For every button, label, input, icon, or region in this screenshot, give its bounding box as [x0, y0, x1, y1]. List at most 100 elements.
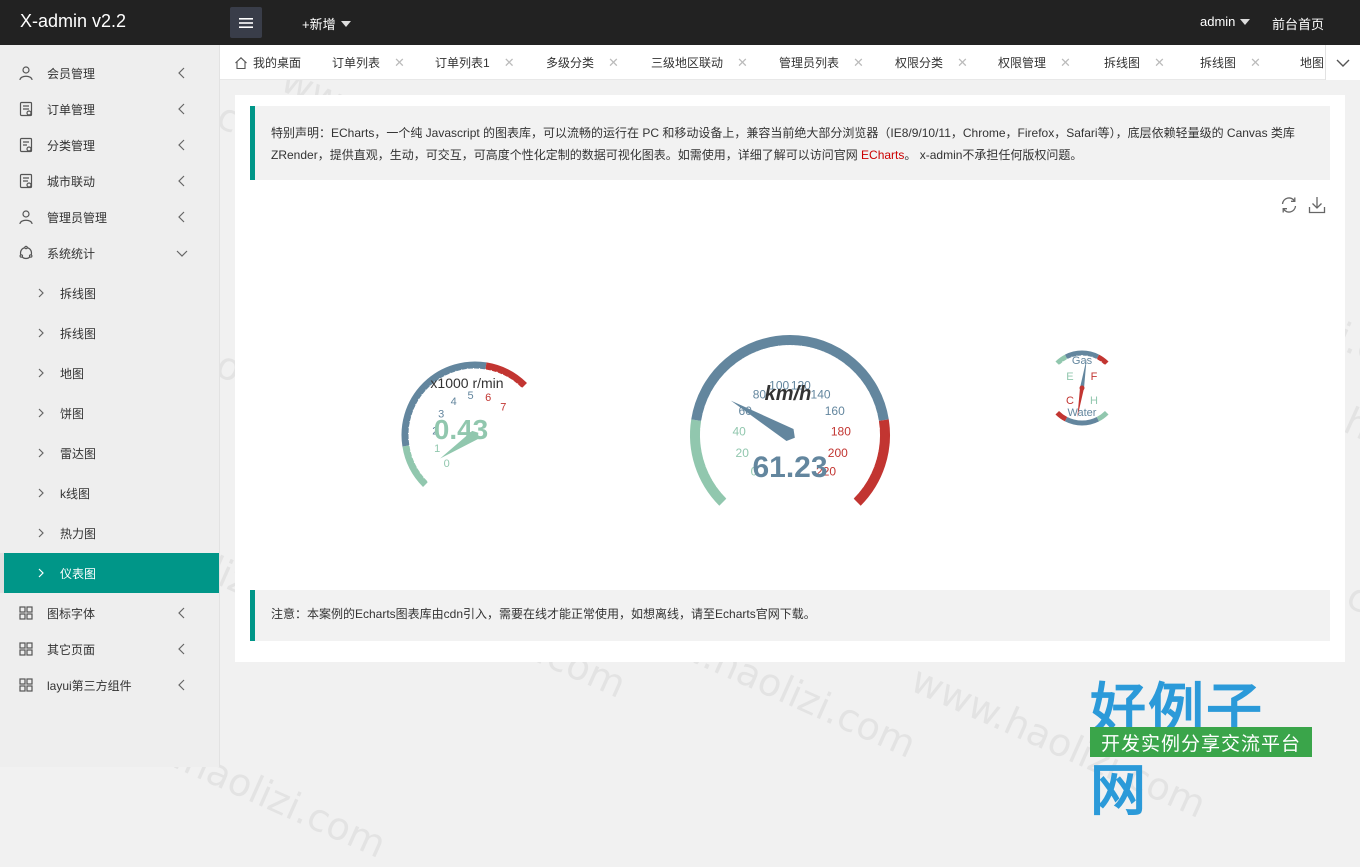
gauge-tick [756, 352, 759, 358]
tab-label: 多级分类 [546, 54, 594, 71]
sidebar-subitem-label: 拆线图 [60, 325, 96, 342]
app-logo: X-admin v2.2 [20, 11, 126, 32]
sidebar-item[interactable]: layui第三方组件 [0, 667, 219, 703]
tab-item[interactable]: 地图 [1300, 45, 1324, 80]
gauge-tick [869, 406, 876, 408]
sidebar-subitem[interactable]: k线图 [0, 473, 219, 513]
gauge-tick [413, 410, 419, 412]
gauge-tick [855, 379, 860, 383]
sidebar-subitem[interactable]: 仪表图 [0, 553, 219, 593]
sidebar-subitem[interactable]: 拆线图 [0, 313, 219, 353]
gauge-tick [861, 462, 874, 467]
gauge-tick [485, 369, 486, 375]
tab-label: 管理员列表 [779, 54, 839, 71]
gauge-tick-label: 140 [811, 387, 831, 401]
sidebar-subitem[interactable]: 雷达图 [0, 433, 219, 473]
gauge-tick [870, 457, 877, 459]
tab-item[interactable]: 三级地区联动✕ [651, 45, 748, 80]
disclaimer-text-end: 。 x-admin不承担任何版权问题。 [904, 148, 1082, 162]
chevron-right-icon [36, 408, 46, 418]
tab-item[interactable]: 拆线图✕ [1104, 45, 1165, 80]
tab-home[interactable]: 我的桌面 [234, 45, 301, 80]
close-icon[interactable]: ✕ [1060, 55, 1071, 71]
front-home-link[interactable]: 前台首页 [1272, 14, 1324, 33]
sidebar-item[interactable]: 系统统计 [0, 235, 219, 271]
sidebar-subitem[interactable]: 热力图 [0, 513, 219, 553]
gauge-tick [828, 355, 831, 361]
tab-item[interactable]: 订单列表✕ [332, 45, 405, 80]
user-dropdown[interactable]: admin [1200, 14, 1250, 29]
gauge-tick [845, 368, 850, 373]
caret-down-icon [1240, 19, 1250, 25]
brand-subtitle: 开发实例分享交流平台 [1090, 727, 1312, 757]
gauge-tick [417, 465, 422, 468]
close-icon[interactable]: ✕ [737, 55, 748, 71]
tab-item[interactable]: 权限管理 ✕ [998, 45, 1071, 80]
tab-label: 我的桌面 [253, 54, 301, 71]
tab-item[interactable]: 管理员列表 ✕ [779, 45, 864, 80]
close-icon[interactable]: ✕ [608, 55, 619, 71]
chevron-right-icon [36, 328, 46, 338]
tab-label: 权限管理 [998, 54, 1046, 71]
gauge-band [857, 420, 885, 502]
sidebar-subitem[interactable]: 饼图 [0, 393, 219, 433]
tab-item[interactable]: 多级分类 ✕ [546, 45, 619, 80]
gauge-tick [857, 392, 869, 399]
close-icon[interactable]: ✕ [853, 55, 864, 71]
sidebar-item[interactable]: 图标字体 [0, 595, 219, 631]
echarts-link[interactable]: ECharts [861, 148, 904, 162]
add-new-label: +新增 [302, 14, 336, 33]
gauge-tick [778, 346, 779, 353]
sidebar-item[interactable]: 城市联动 [0, 163, 219, 199]
brand-logo: 好例子网 开发实例分享交流平台 [1088, 665, 1313, 760]
caret-down-icon [341, 21, 351, 27]
gauge-tick-label: F [1091, 371, 1098, 383]
sidebar-item[interactable]: 会员管理 [0, 55, 219, 91]
gauge-value: 0.43 [434, 414, 489, 445]
gauge-tick-label: E [1066, 371, 1073, 383]
close-icon[interactable]: ✕ [504, 55, 515, 71]
tab-more-button[interactable] [1325, 45, 1360, 80]
gauge-band [695, 420, 723, 502]
gauge-tick [821, 352, 824, 358]
gauge-tick [720, 379, 725, 383]
chevron-left-icon [175, 642, 189, 656]
gauge-tick [1100, 361, 1102, 363]
sidebar-subitem[interactable]: 拆线图 [0, 273, 219, 313]
gauge-tick-label: C [1066, 395, 1074, 407]
tab-item[interactable]: 权限分类✕ [895, 45, 968, 80]
grid-icon [18, 605, 34, 621]
sidebar-item[interactable]: 订单管理 [0, 91, 219, 127]
chevron-down-icon [175, 246, 189, 260]
gauge-band [1057, 357, 1066, 363]
close-icon[interactable]: ✕ [957, 55, 968, 71]
gauge-chart: 020406080100120140160180200220km/h61.230… [235, 245, 1345, 625]
close-icon[interactable]: ✕ [394, 55, 405, 71]
sidebar: 会员管理订单管理分类管理城市联动管理员管理系统统计 拆线图拆线图地图饼图雷达图k… [0, 45, 220, 767]
order-icon [18, 101, 34, 117]
tab-item[interactable]: 订单列表1✕ [435, 45, 515, 80]
gauge-tick [871, 413, 878, 415]
sidebar-subitem-label: 地图 [60, 365, 84, 382]
gauge-value: 61.23 [752, 451, 827, 484]
sidebar-item-label: layui第三方组件 [47, 677, 132, 694]
close-icon[interactable]: ✕ [1154, 55, 1165, 71]
chevron-right-icon [36, 568, 46, 578]
chevron-right-icon [36, 488, 46, 498]
sidebar-item[interactable]: 分类管理 [0, 127, 219, 163]
chevron-down-icon [1336, 59, 1350, 67]
sidebar-item-label: 城市联动 [47, 173, 95, 190]
refresh-icon[interactable] [1279, 195, 1299, 215]
add-new-dropdown[interactable]: +新增 [302, 14, 351, 33]
download-icon[interactable] [1307, 195, 1327, 215]
sidebar-item[interactable]: 其它页面 [0, 631, 219, 667]
sidebar-item[interactable]: 管理员管理 [0, 199, 219, 235]
gauge-tick [700, 443, 707, 444]
gauge-tick [414, 460, 419, 462]
menu-toggle-button[interactable] [230, 7, 262, 38]
close-icon[interactable]: ✕ [1250, 55, 1261, 71]
gauge-pivot [1080, 386, 1085, 391]
sidebar-subitem[interactable]: 地图 [0, 353, 219, 393]
tab-item[interactable]: 拆线图✕ [1200, 45, 1261, 80]
grid-icon [18, 641, 34, 657]
